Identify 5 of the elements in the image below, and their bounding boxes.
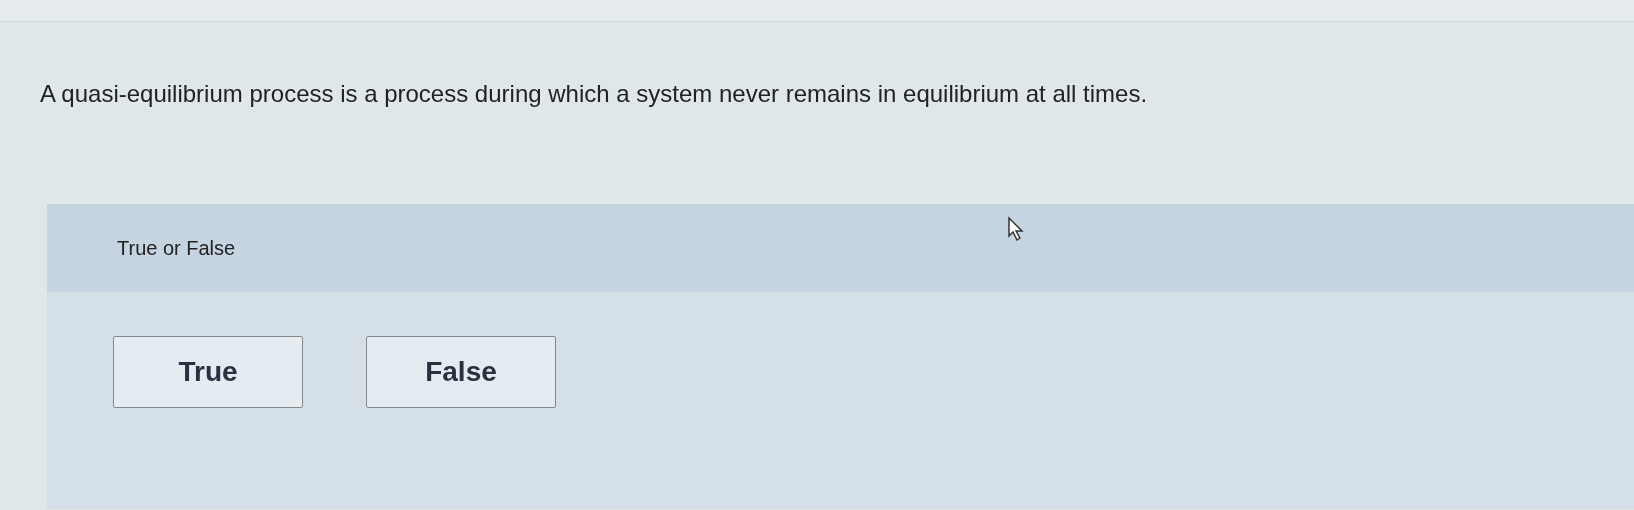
question-text: A quasi-equilibrium process is a process during which a system never remains in equilibrium at all times. (39, 79, 1149, 109)
cursor-icon (1007, 216, 1025, 242)
answer-button[interactable]: True (113, 336, 303, 408)
answer-button[interactable]: False (366, 336, 556, 408)
prompt-text: True or False (117, 236, 236, 261)
